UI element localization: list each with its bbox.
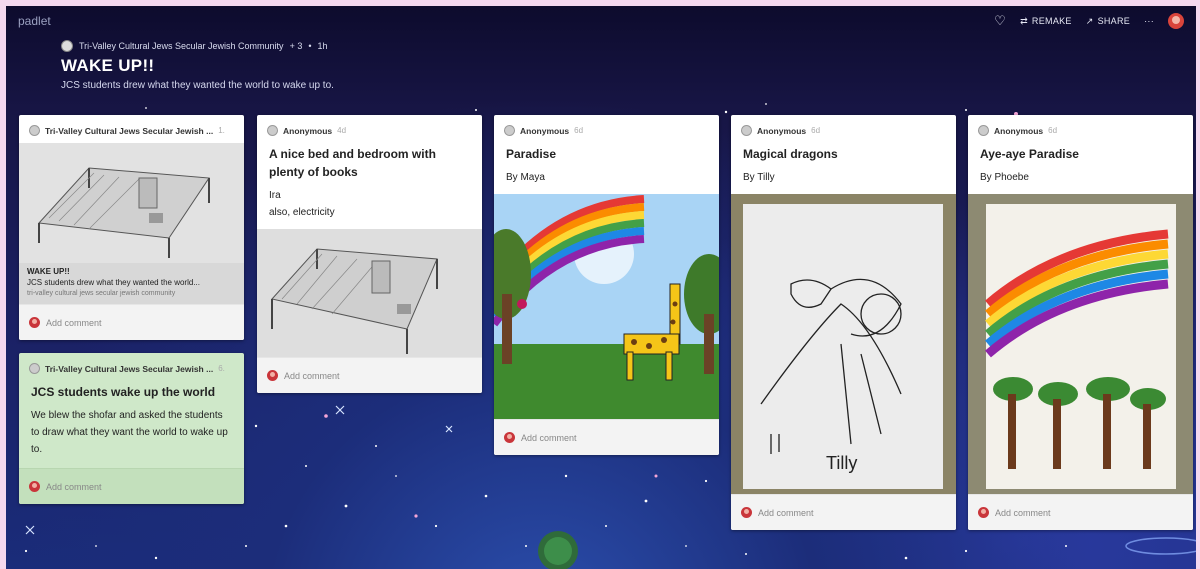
author-avatar-icon bbox=[29, 363, 40, 375]
column-1: Tri-Valley Cultural Jews Secular Jewish … bbox=[19, 115, 244, 505]
board-age: 1h bbox=[317, 41, 328, 51]
add-comment-label: Add comment bbox=[284, 370, 340, 381]
board-author[interactable]: Tri-Valley Cultural Jews Secular Jewish … bbox=[79, 41, 284, 51]
dot-separator-icon: • bbox=[308, 41, 312, 51]
commenter-avatar-icon bbox=[29, 481, 40, 493]
post-author: Anonymous bbox=[283, 125, 333, 136]
post-header: Anonymous 6d bbox=[731, 115, 956, 137]
post-card[interactable]: Tri-Valley Cultural Jews Secular Jewish … bbox=[19, 353, 244, 505]
commenter-avatar-icon bbox=[978, 507, 989, 518]
post-author: Anonymous bbox=[994, 125, 1044, 136]
add-comment-label: Add comment bbox=[995, 507, 1051, 518]
post-card[interactable]: Tri-Valley Cultural Jews Secular Jewish … bbox=[19, 115, 244, 341]
board-meta: Tri-Valley Cultural Jews Secular Jewish … bbox=[61, 40, 334, 52]
dragon-drawing-image[interactable]: Tilly bbox=[731, 194, 956, 494]
board-contributors: + 3 bbox=[289, 41, 303, 51]
post-card[interactable]: Anonymous 4d A nice bed and bedroom with… bbox=[257, 115, 482, 393]
add-comment-button[interactable]: Add comment bbox=[19, 304, 244, 341]
post-title: Magical dragons bbox=[743, 147, 838, 161]
post-body: By Maya bbox=[506, 172, 545, 183]
link-description: JCS students drew what they wanted the w… bbox=[27, 277, 200, 287]
post-title: Aye-aye Paradise bbox=[980, 147, 1079, 161]
board-subtitle: JCS students drew what they wanted the w… bbox=[61, 80, 334, 91]
post-time: 6d bbox=[811, 126, 821, 135]
more-menu-button[interactable]: ··· bbox=[1144, 16, 1154, 26]
post-time: 6d bbox=[574, 126, 584, 135]
share-icon: ↗ bbox=[1085, 15, 1094, 26]
add-comment-button[interactable]: Add comment bbox=[19, 468, 244, 505]
post-author: Anonymous bbox=[757, 125, 807, 136]
post-title: JCS students wake up the world bbox=[31, 385, 216, 400]
post-card[interactable]: Anonymous 6d Magical dragons By Tilly Ti… bbox=[731, 115, 956, 530]
post-time: 4d bbox=[337, 126, 347, 135]
top-actions: ♡ ⇄ REMAKE ↗ SHARE ··· bbox=[994, 13, 1184, 29]
padlet-board: padlet ♡ ⇄ REMAKE ↗ SHARE ··· Tri-Valley… bbox=[6, 6, 1196, 569]
author-avatar-icon bbox=[29, 125, 40, 136]
post-author: Tri-Valley Cultural Jews Secular Jewish … bbox=[45, 125, 214, 136]
bed-drawing-image[interactable] bbox=[19, 143, 244, 263]
post-body-line: also, electricity bbox=[269, 207, 335, 218]
board-header: Tri-Valley Cultural Jews Secular Jewish … bbox=[61, 40, 334, 91]
add-comment-label: Add comment bbox=[46, 317, 102, 328]
remake-button[interactable]: ⇄ REMAKE bbox=[1020, 16, 1072, 27]
share-button[interactable]: ↗ SHARE bbox=[1086, 16, 1130, 27]
author-avatar-icon bbox=[978, 125, 989, 136]
post-header: Anonymous 4d bbox=[257, 115, 482, 137]
post-body-line: Ira bbox=[269, 190, 281, 201]
add-comment-button[interactable]: Add comment bbox=[494, 419, 719, 455]
add-comment-label: Add comment bbox=[521, 432, 577, 443]
column-2: Anonymous 4d A nice bed and bedroom with… bbox=[257, 115, 482, 393]
post-time: 6d bbox=[1048, 126, 1058, 135]
author-avatar-icon bbox=[504, 125, 515, 136]
link-source: tri-valley cultural jews secular jewish … bbox=[27, 289, 176, 297]
board-title: WAKE UP!! bbox=[61, 56, 155, 75]
post-author: Tri-Valley Cultural Jews Secular Jewish … bbox=[45, 363, 214, 374]
commenter-avatar-icon bbox=[267, 370, 278, 381]
post-time: 6. bbox=[218, 364, 225, 374]
post-header: Anonymous 6d bbox=[494, 115, 719, 137]
post-title: Paradise bbox=[506, 147, 557, 161]
post-header: Tri-Valley Cultural Jews Secular Jewish … bbox=[19, 353, 244, 375]
add-comment-button[interactable]: Add comment bbox=[731, 494, 956, 530]
bed-drawing-image[interactable] bbox=[257, 229, 482, 357]
commenter-avatar-icon bbox=[504, 432, 515, 443]
heart-icon[interactable]: ♡ bbox=[994, 13, 1006, 29]
post-title: A nice bed and bedroom with plenty of bo… bbox=[269, 147, 436, 179]
add-comment-label: Add comment bbox=[46, 481, 102, 492]
rainbow-trees-image[interactable] bbox=[968, 194, 1193, 494]
drawing-signature: Tilly bbox=[826, 453, 857, 473]
post-body: By Phoebe bbox=[980, 172, 1029, 183]
padlet-logo[interactable]: padlet bbox=[18, 14, 51, 28]
post-author: Anonymous bbox=[520, 125, 570, 136]
post-header: Anonymous 6d bbox=[968, 115, 1193, 137]
post-card[interactable]: Anonymous 6d Aye-aye Paradise By Phoebe bbox=[968, 115, 1193, 530]
post-body: Ira also, electricity bbox=[257, 181, 482, 229]
add-comment-button[interactable]: Add comment bbox=[968, 494, 1193, 530]
commenter-avatar-icon bbox=[741, 507, 752, 518]
post-header: Tri-Valley Cultural Jews Secular Jewish … bbox=[19, 115, 244, 137]
link-preview[interactable]: WAKE UP!! JCS students drew what they wa… bbox=[19, 263, 244, 305]
commenter-avatar-icon bbox=[29, 317, 40, 329]
remake-icon: ⇄ bbox=[1020, 15, 1028, 26]
remake-label: REMAKE bbox=[1031, 16, 1072, 26]
post-time: 1. bbox=[218, 126, 225, 135]
column-4: Anonymous 6d Magical dragons By Tilly Ti… bbox=[731, 115, 956, 530]
community-logo-icon bbox=[61, 40, 73, 52]
user-avatar[interactable] bbox=[1168, 13, 1184, 29]
share-label: SHARE bbox=[1097, 16, 1131, 26]
author-avatar-icon bbox=[267, 125, 278, 136]
add-comment-label: Add comment bbox=[758, 507, 814, 518]
column-3: Anonymous 6d Paradise By Maya Add commen… bbox=[494, 115, 719, 455]
post-card[interactable]: Anonymous 6d Paradise By Maya Add commen… bbox=[494, 115, 719, 455]
post-body: By Tilly bbox=[743, 172, 775, 183]
top-bar: padlet ♡ ⇄ REMAKE ↗ SHARE ··· bbox=[6, 6, 1196, 36]
add-comment-button[interactable]: Add comment bbox=[257, 357, 482, 393]
link-title: WAKE UP!! bbox=[27, 267, 70, 276]
author-avatar-icon bbox=[741, 125, 752, 136]
post-body: We blew the shofar and asked the student… bbox=[31, 410, 228, 456]
column-5: Anonymous 6d Aye-aye Paradise By Phoebe bbox=[968, 115, 1193, 530]
rainbow-giraffe-image[interactable] bbox=[494, 194, 719, 419]
